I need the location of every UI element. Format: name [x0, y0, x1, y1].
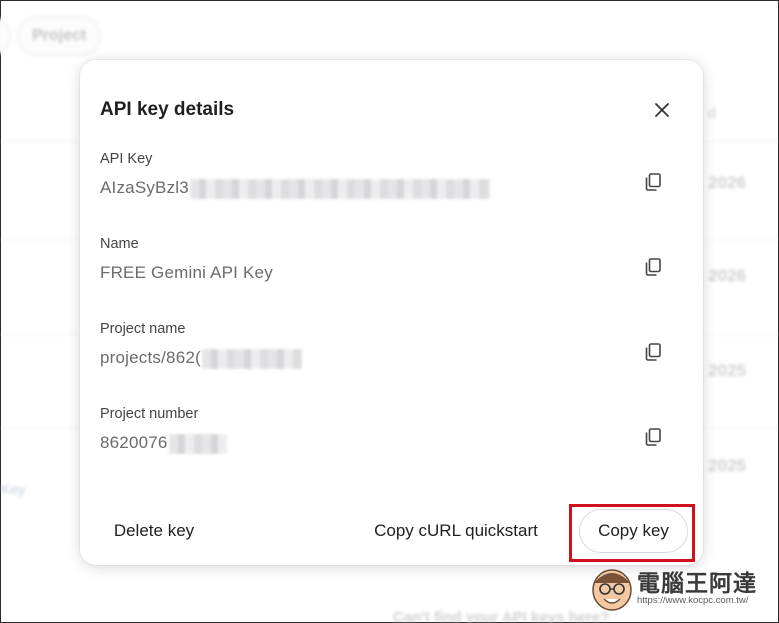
- copy-name-button[interactable]: [641, 255, 665, 279]
- copy-api-key-button[interactable]: [641, 170, 665, 194]
- redacted-block: [201, 348, 302, 369]
- highlight-annotation: [569, 504, 695, 562]
- name-field: Name FREE Gemini API Key: [100, 236, 675, 296]
- field-label: Project name: [100, 321, 186, 337]
- project-name-value: projects/862(: [100, 348, 302, 369]
- dialog-title: API key details: [100, 99, 235, 120]
- copy-icon: [645, 343, 661, 361]
- field-value-text: 8620076: [100, 433, 168, 452]
- field-label: Project number: [100, 406, 199, 422]
- redacted-block: [189, 178, 490, 199]
- copy-project-name-button[interactable]: [641, 340, 665, 364]
- copy-icon: [645, 258, 661, 276]
- field-value-text: AIzaSyBzl3: [100, 178, 189, 197]
- project-number-value: 8620076: [100, 433, 227, 454]
- close-button[interactable]: [646, 97, 678, 123]
- copy-curl-quickstart-button[interactable]: Copy cURL quickstart: [356, 509, 556, 553]
- copy-icon: [645, 173, 661, 191]
- copy-icon: [645, 428, 661, 446]
- delete-key-button[interactable]: Delete key: [100, 509, 208, 553]
- redacted-block: [168, 433, 227, 454]
- api-key-field: API Key AIzaSyBzl3: [100, 151, 675, 211]
- mascot-face-icon: [592, 569, 632, 611]
- close-icon: [655, 103, 669, 117]
- field-value-text: projects/862(: [100, 348, 201, 367]
- api-key-details-dialog: API key details API Key AIzaSyBzl3 Name …: [80, 60, 703, 565]
- field-label: API Key: [100, 151, 153, 167]
- copy-project-number-button[interactable]: [641, 425, 665, 449]
- watermark-title: 電腦王阿達: [637, 570, 757, 596]
- watermark: 電腦王阿達 https://www.kocpc.com.tw/: [589, 561, 769, 617]
- watermark-url: https://www.kocpc.com.tw/: [637, 595, 749, 606]
- project-number-field: Project number 8620076: [100, 406, 675, 466]
- api-key-value: AIzaSyBzl3: [100, 178, 490, 199]
- field-label: Name: [100, 236, 139, 252]
- name-value: FREE Gemini API Key: [100, 263, 273, 282]
- project-name-field: Project name projects/862(: [100, 321, 675, 381]
